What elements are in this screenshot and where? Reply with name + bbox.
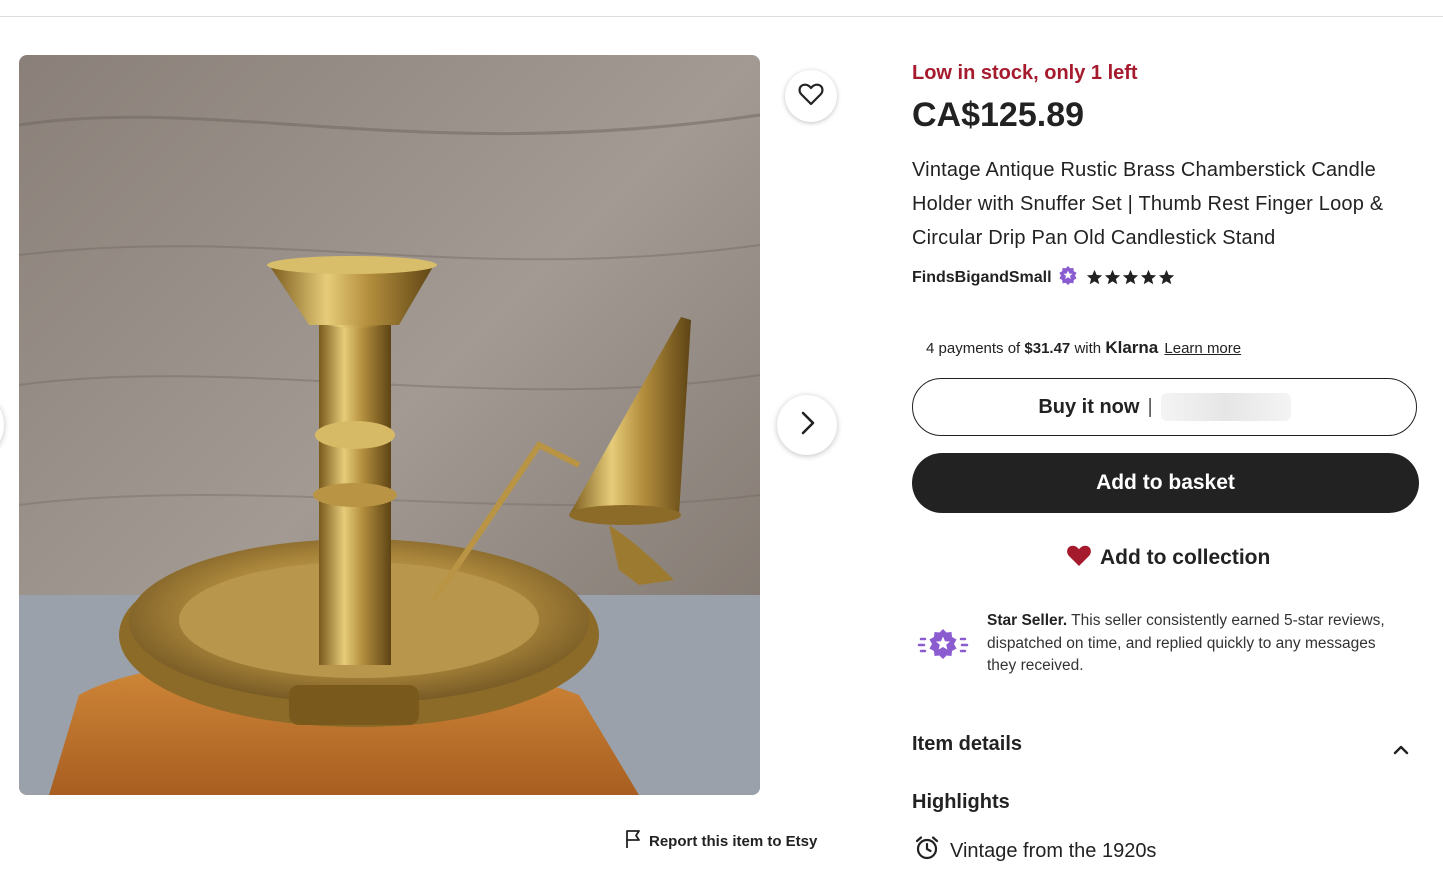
star-icon <box>1086 269 1102 285</box>
star-icon <box>1104 269 1120 285</box>
next-image-button[interactable] <box>777 395 837 455</box>
klarna-amount: $31.47 <box>1024 340 1071 357</box>
previous-image-button[interactable] <box>0 400 4 450</box>
star-icon <box>1140 269 1156 285</box>
product-title: Vintage Antique Rustic Brass Chamberstic… <box>912 159 1384 249</box>
add-to-basket-label: Add to basket <box>1096 471 1235 494</box>
item-details-heading: Item details <box>912 733 1023 755</box>
highlights-heading: Highlights <box>912 791 1010 813</box>
star-seller-small-icon <box>1058 265 1078 290</box>
item-details-toggle[interactable]: Item details <box>912 733 1417 756</box>
star-seller-label: Star Seller. <box>987 612 1068 629</box>
heart-filled-icon <box>1066 543 1092 573</box>
report-item-link[interactable]: Report this item to Etsy <box>624 829 817 853</box>
chevron-up-icon <box>1393 739 1409 762</box>
chevron-right-icon <box>796 410 818 441</box>
klarna-payment-info: 4 payments of $31.47 with Klarna Learn m… <box>926 338 1241 358</box>
learn-more-link[interactable]: Learn more <box>1164 340 1241 357</box>
price: CA$125.89 <box>912 96 1085 134</box>
favorite-button[interactable] <box>785 70 837 122</box>
add-to-collection-button[interactable]: Add to collection <box>1066 543 1270 573</box>
seller-name[interactable]: FindsBigandSmall <box>912 269 1052 287</box>
buy-it-now-button[interactable]: Buy it now | <box>912 378 1417 436</box>
highlight-vintage: Vintage from the 1920s <box>914 835 1156 867</box>
report-link-label: Report this item to Etsy <box>649 832 818 850</box>
header-divider <box>0 16 1443 17</box>
stock-status: Low in stock, only 1 left <box>912 62 1138 84</box>
buy-separator: | <box>1147 395 1153 418</box>
klarna-prefix: 4 payments of <box>926 340 1021 357</box>
add-to-collection-label: Add to collection <box>1100 546 1271 569</box>
payment-method-logo <box>1160 393 1291 421</box>
star-seller-text: Star Seller. This seller consistently ea… <box>987 610 1407 678</box>
rating-stars <box>1086 269 1175 286</box>
seller-row: FindsBigandSmall <box>912 265 1175 290</box>
buy-it-now-label: Buy it now <box>1038 395 1140 418</box>
add-to-basket-button[interactable]: Add to basket <box>912 453 1419 513</box>
star-seller-badge-icon <box>915 627 971 668</box>
product-image[interactable] <box>19 55 760 795</box>
flag-icon <box>624 829 642 853</box>
alarm-clock-icon <box>914 835 940 867</box>
klarna-brand: Klarna <box>1105 338 1159 357</box>
star-icon <box>1122 269 1138 285</box>
heart-outline-icon <box>798 82 824 111</box>
star-seller-notice: Star Seller. This seller consistently ea… <box>912 610 1417 680</box>
star-icon <box>1158 269 1174 285</box>
klarna-with: with <box>1074 340 1102 357</box>
highlight-vintage-text: Vintage from the 1920s <box>950 839 1157 862</box>
